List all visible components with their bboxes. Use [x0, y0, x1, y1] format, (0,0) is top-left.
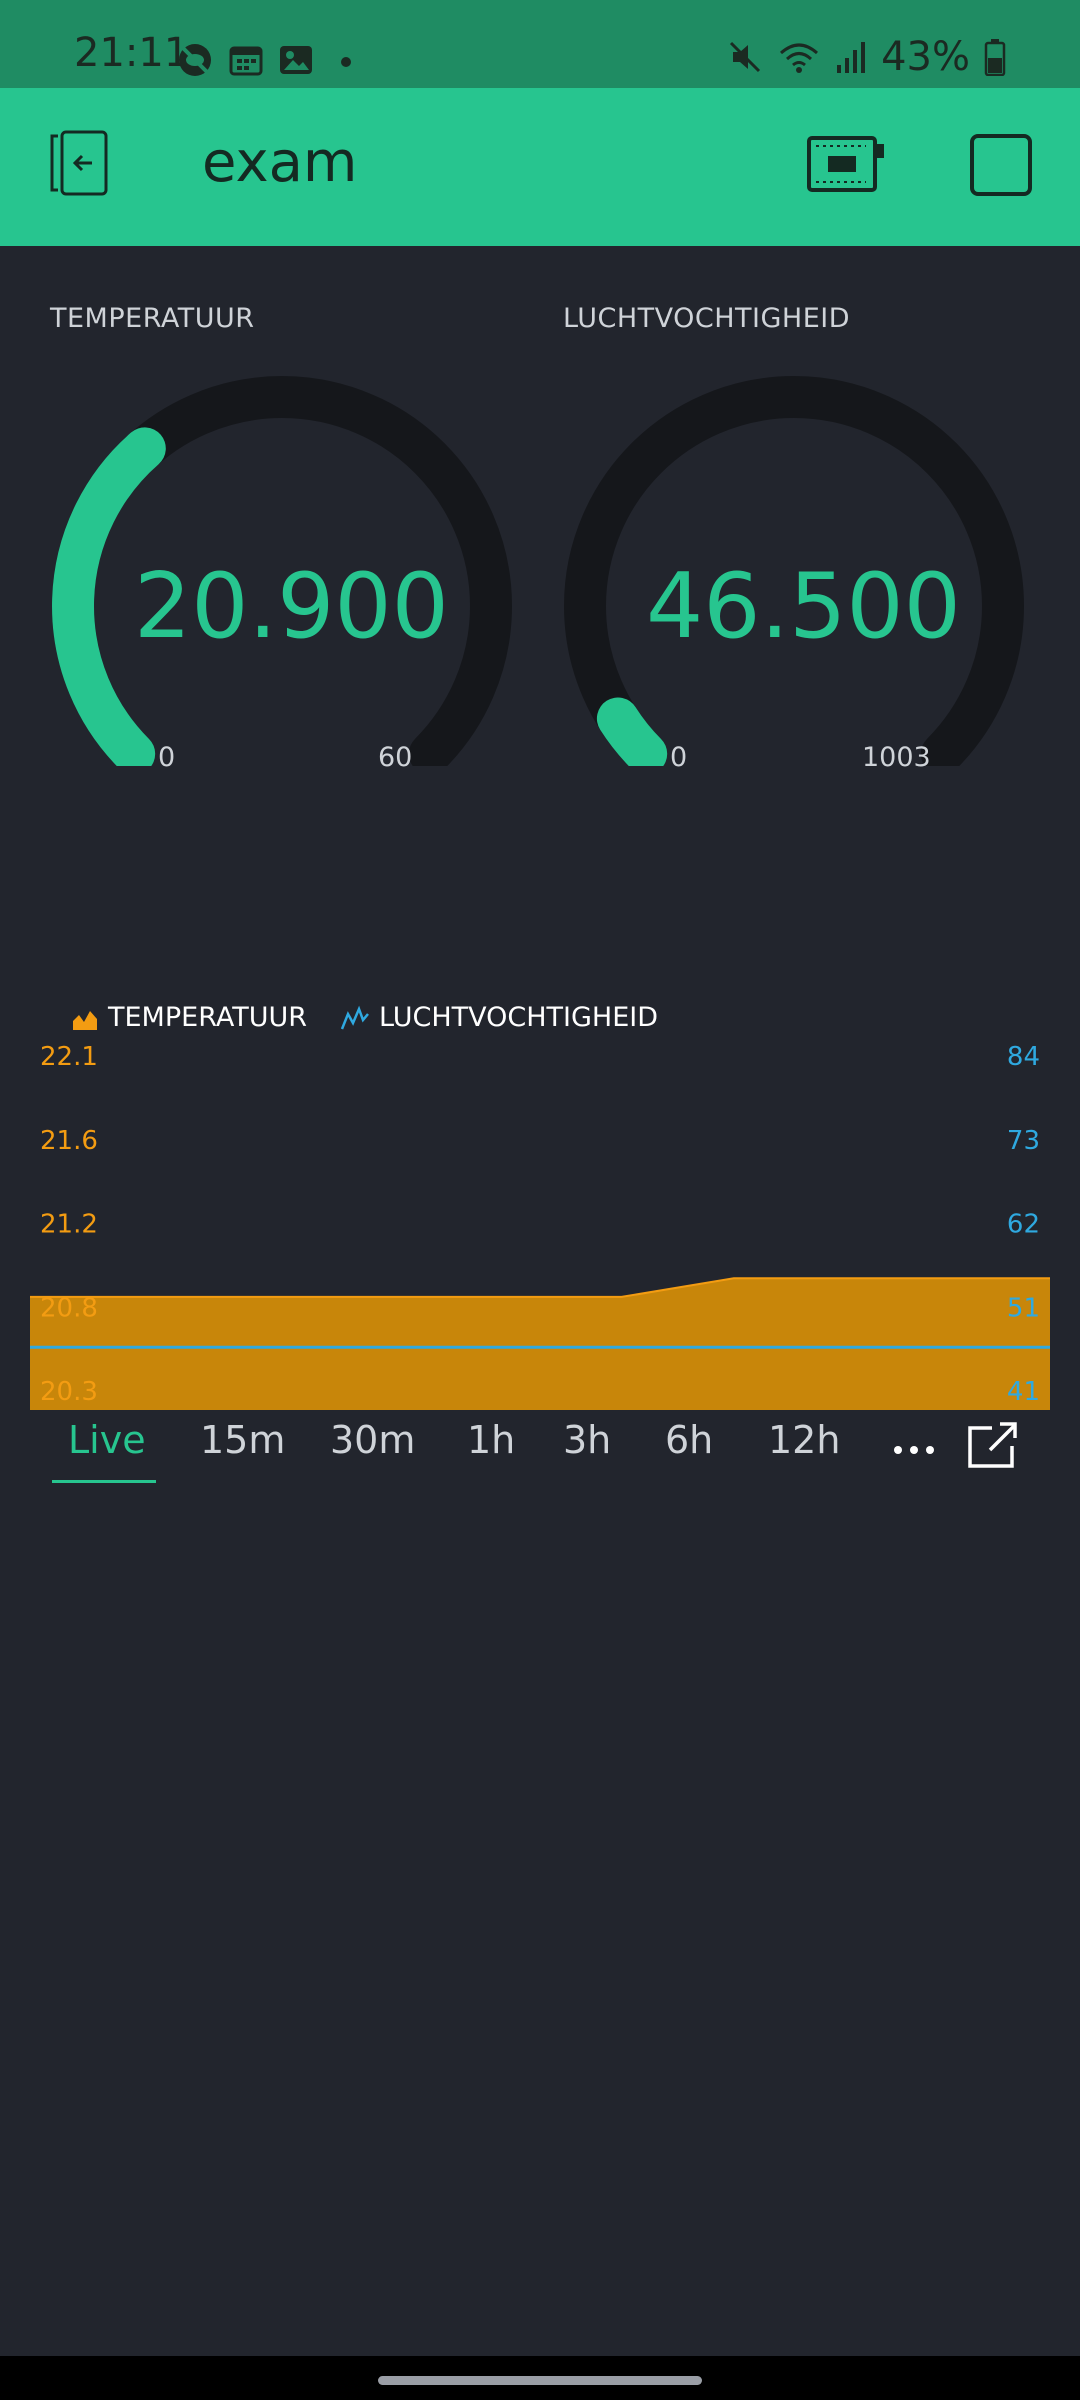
external-expand-icon[interactable]: [966, 1418, 1020, 1472]
y-right-tick-label: 41: [1007, 1377, 1040, 1407]
device-icon[interactable]: [806, 132, 886, 196]
battery-percentage: 43%: [881, 34, 970, 80]
y-left-tick-label: 20.8: [40, 1293, 98, 1323]
tab-live[interactable]: Live: [68, 1418, 146, 1462]
app-bar: exam: [0, 88, 1080, 246]
exit-icon[interactable]: [44, 128, 114, 198]
y-right-tick-label: 62: [1007, 1210, 1040, 1240]
y-left-tick-label: 22.1: [40, 1042, 98, 1072]
temperature-area: [30, 1278, 1050, 1410]
gauge-humidity-value: 46.500: [646, 554, 961, 659]
status-time: 21:11: [74, 30, 190, 76]
eye-off-icon: [179, 44, 211, 76]
y-right-tick-label: 51: [1007, 1293, 1040, 1323]
y-right-tick-label: 84: [1007, 1042, 1040, 1072]
y-left-tick-label: 21.2: [40, 1210, 98, 1240]
y-right-tick-label: 73: [1007, 1126, 1040, 1156]
gauge-temperature-label: TEMPERATUUR: [50, 303, 255, 334]
status-icons-left: [176, 40, 364, 80]
tab-15m[interactable]: 15m: [200, 1418, 285, 1462]
tab-6h[interactable]: 6h: [665, 1418, 713, 1462]
calendar-icon: [229, 46, 263, 76]
y-left-tick-label: 21.6: [40, 1126, 98, 1156]
gauge-humidity-min: 0: [670, 742, 688, 773]
tab-30m[interactable]: 30m: [330, 1418, 415, 1462]
gauge-temperature-min: 0: [158, 742, 176, 773]
square-icon[interactable]: [970, 134, 1032, 196]
status-bar: 21:11 43%: [0, 0, 1080, 88]
gauge-humidity-max: 1003: [862, 742, 931, 773]
mute-icon: [730, 41, 761, 73]
wifi-icon: [780, 43, 819, 73]
battery-icon: [984, 39, 1006, 76]
gauge-temperature-max: 60: [378, 742, 413, 773]
home-indicator[interactable]: [378, 2376, 702, 2385]
status-icons-right: 43%: [727, 34, 1006, 80]
gauge-humidity-label: LUCHTVOCHTIGHEID: [563, 303, 851, 334]
time-range-tabs: Live 15m 30m 1h 3h 6h 12h: [0, 1418, 1080, 1488]
gauge-temperature-value: 20.900: [134, 554, 449, 659]
y-left-tick-label: 20.3: [40, 1377, 98, 1407]
chart-area[interactable]: 22.1 21.6 21.2 20.8 20.3 84 73 62 51 41: [0, 1020, 1080, 1410]
dot-icon: [341, 57, 351, 67]
signal-icon: [837, 42, 866, 73]
more-horizontal-icon[interactable]: [890, 1434, 938, 1464]
active-tab-indicator: [52, 1480, 156, 1483]
app-title: exam: [202, 130, 358, 195]
tab-12h[interactable]: 12h: [768, 1418, 840, 1462]
image-icon: [280, 46, 312, 74]
tab-1h[interactable]: 1h: [467, 1418, 515, 1462]
gauge-humidity-fill: [596, 697, 668, 766]
tab-3h[interactable]: 3h: [563, 1418, 611, 1462]
